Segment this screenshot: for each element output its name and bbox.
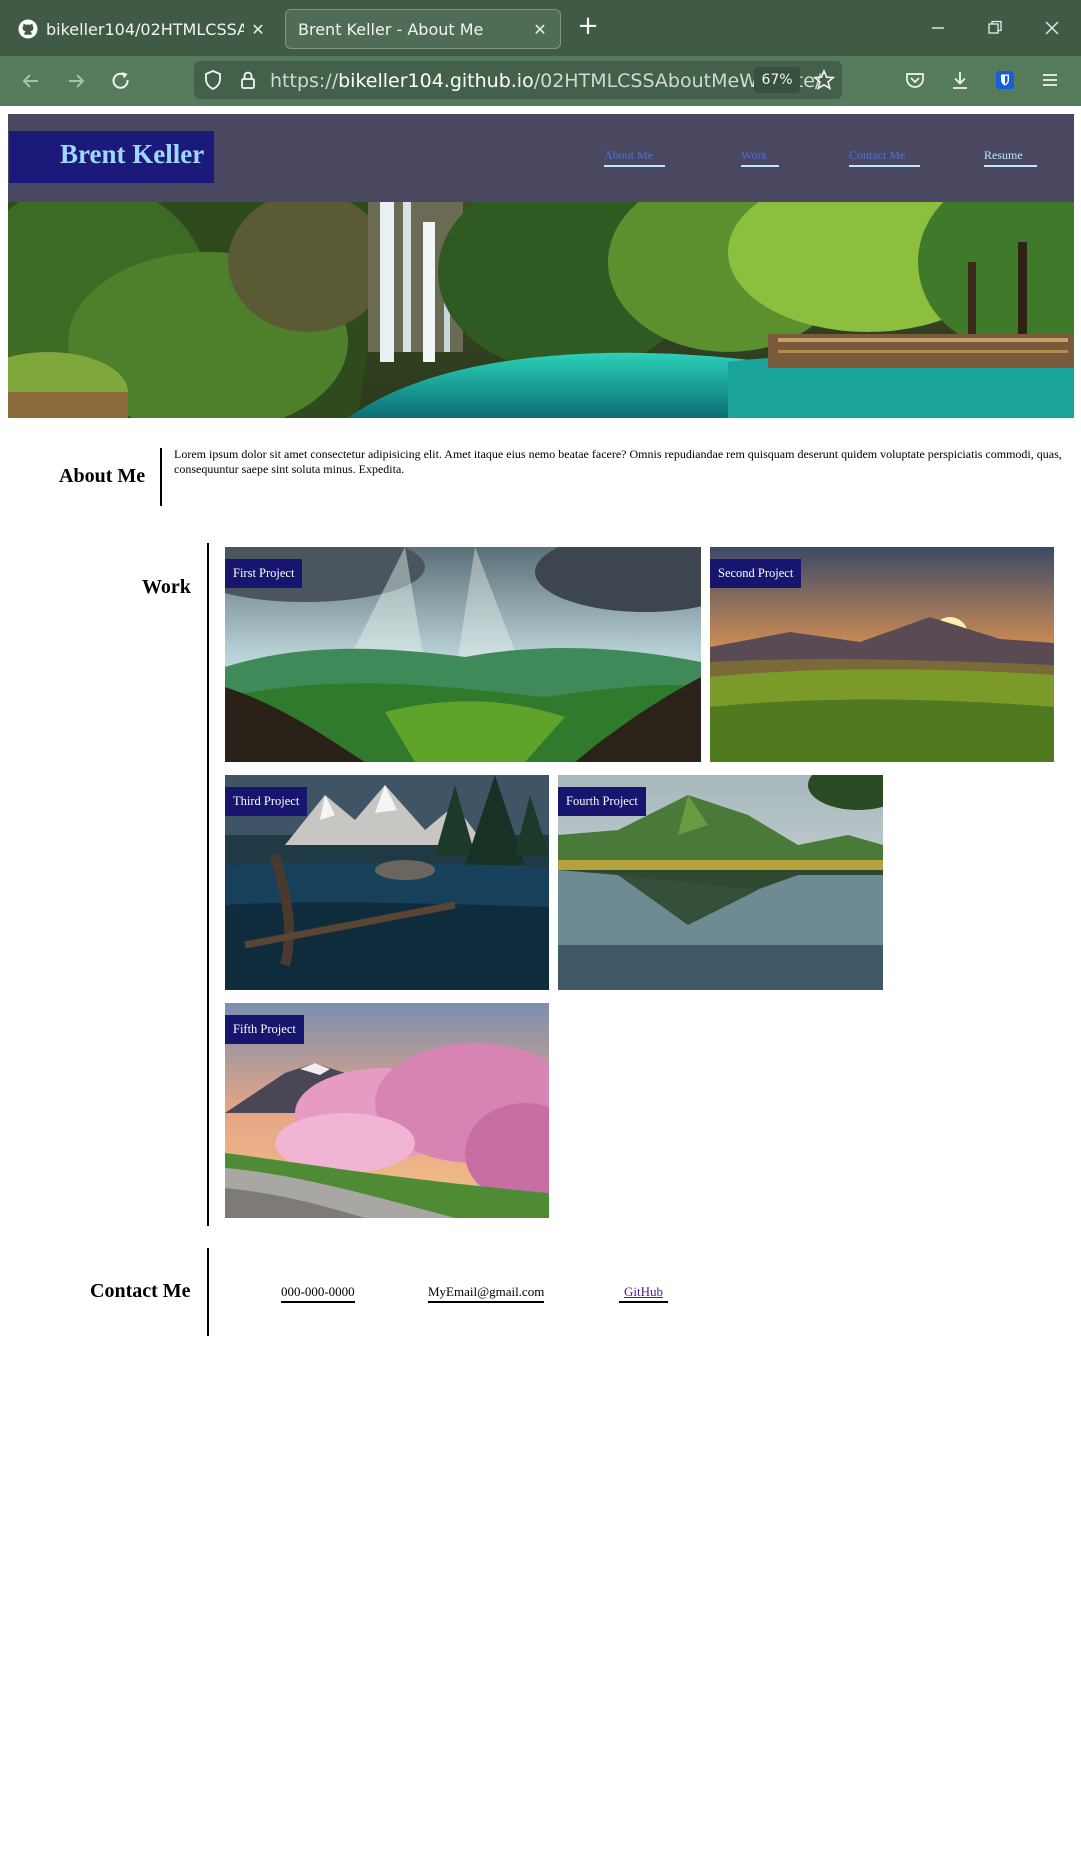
project-card-first[interactable]: First Project [225,547,701,762]
close-tab-icon[interactable]: ✕ [532,20,548,39]
minimize-icon[interactable] [924,14,952,42]
contact-github-link[interactable]: GitHub [619,1284,668,1303]
work-divider [207,543,209,1226]
about-divider [160,448,162,506]
project-card-second[interactable]: Second Project [710,547,1054,762]
tab-title: bikeller104/02HTMLCSSAboutMe [46,19,244,39]
hero-image [8,202,1074,418]
project-card-fourth[interactable]: Fourth Project [558,775,883,990]
nav-contact-me[interactable]: Contact Me [849,148,920,167]
close-window-icon[interactable] [1038,14,1066,42]
new-tab-icon[interactable]: + [576,13,600,39]
project-label: First Project [225,559,303,588]
tab-github-repo[interactable]: bikeller104/02HTMLCSSAboutMe ✕ [6,9,278,49]
download-icon[interactable] [948,68,972,92]
work-heading: Work [142,576,191,598]
shield-icon[interactable] [201,68,225,92]
project-card-fifth[interactable]: Fifth Project [225,1003,549,1218]
contact-email-link[interactable]: MyEmail@gmail.com [428,1284,545,1303]
star-icon[interactable] [812,68,836,92]
project-card-third[interactable]: Third Project [225,775,549,990]
menu-icon[interactable] [1038,68,1062,92]
reload-icon[interactable] [108,68,134,94]
back-icon[interactable] [18,68,44,94]
tab-title: Brent Keller - About Me [298,19,484,39]
site-logo[interactable]: Brent Keller [60,139,204,170]
nav-resume[interactable]: Resume [984,148,1037,167]
contact-heading: Contact Me [90,1280,191,1302]
url-host: bikeller104.github.io [338,70,534,92]
project-label: Fourth Project [558,787,646,816]
nav-about-me[interactable]: About Me [604,148,665,167]
pocket-icon[interactable] [903,68,927,92]
restore-icon[interactable] [981,14,1009,42]
lock-icon[interactable] [236,68,260,92]
github-icon [18,19,38,39]
about-heading: About Me [59,465,146,487]
project-label: Second Project [710,559,802,588]
url-scheme: https:// [270,70,339,92]
project-label: Third Project [225,787,308,816]
about-text: Lorem ipsum dolor sit amet consectetur a… [174,447,1062,476]
nav-work[interactable]: Work [741,148,779,167]
close-tab-icon[interactable]: ✕ [250,20,266,39]
contact-phone-link[interactable]: 000-000-0000 [281,1284,355,1303]
url-text[interactable]: https://bikeller104.github.io/02HTMLCSSA… [270,70,821,92]
contact-divider [207,1248,209,1336]
project-label: Fifth Project [225,1015,304,1044]
tab-about-me[interactable]: Brent Keller - About Me ✕ [285,9,561,49]
forward-icon[interactable] [63,68,89,94]
zoom-level[interactable]: 67% [754,67,800,93]
bitwarden-icon[interactable] [993,68,1017,92]
